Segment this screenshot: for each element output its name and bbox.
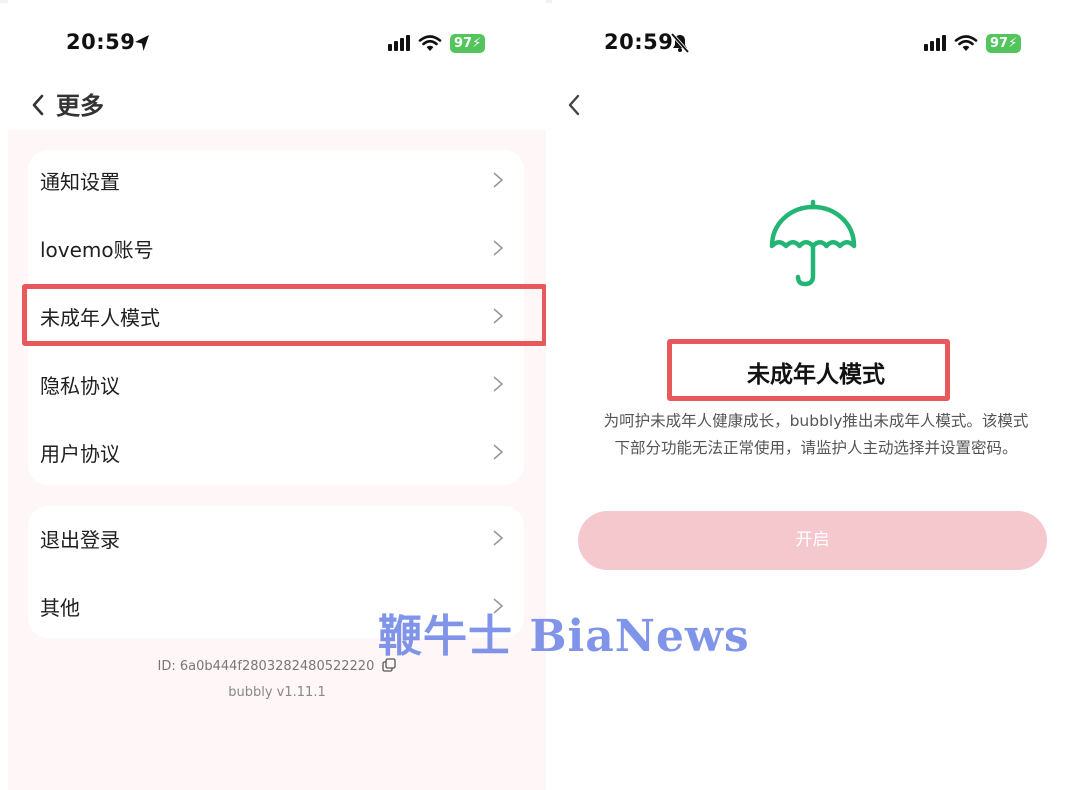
app-version: bubbly v1.11.1 — [228, 685, 326, 700]
chevron-right-icon — [493, 240, 504, 256]
nav-bar — [552, 84, 1080, 130]
menu-item-user-agreement[interactable]: 用户协议 — [28, 422, 524, 484]
menu-item-label: 隐私协议 — [40, 374, 120, 398]
menu-item-lovemo-account[interactable]: lovemo账号 — [28, 218, 524, 280]
umbrella-icon — [769, 199, 857, 287]
annotation-highlight-box — [22, 284, 546, 346]
menu-item-label: 用户协议 — [40, 442, 120, 466]
annotation-highlight-box — [667, 339, 950, 401]
wifi-icon — [954, 35, 978, 51]
battery-level: 97 — [990, 35, 1009, 51]
location-arrow-icon — [135, 35, 149, 51]
battery-level: 97 — [454, 35, 473, 51]
description-line: 为呵护未成年人健康成长，bubbly推出未成年人模式。该模式 — [603, 412, 1029, 430]
battery-icon: 97⚡ — [450, 33, 486, 53]
menu-item-label: lovemo账号 — [40, 238, 154, 262]
chevron-right-icon — [493, 444, 504, 460]
description-line: 下部分功能无法正常使用，请监护人主动选择并设置密码。 — [614, 439, 1018, 457]
page-title: 更多 — [56, 92, 104, 120]
back-chevron-icon[interactable] — [28, 91, 48, 119]
watermark-logo: 鞭牛士 BiaNews — [378, 611, 750, 662]
feature-description: 为呵护未成年人健康成长，bubbly推出未成年人模式。该模式 下部分功能无法正常… — [572, 408, 1060, 462]
menu-item-label: 退出登录 — [40, 528, 120, 552]
back-chevron-icon[interactable] — [564, 91, 584, 119]
status-time: 20:59 — [66, 30, 136, 54]
menu-item-notification-settings[interactable]: 通知设置 — [28, 150, 524, 212]
status-indicators: 97⚡ — [388, 32, 486, 54]
battery-icon: 97⚡ — [986, 33, 1022, 53]
user-id-text: ID: 6a0b444f2803282480522220 — [157, 659, 375, 674]
more-settings-screen: 20:59 97⚡ 更多 通知设置 lovemo账号 未成年人模式 隐私协议 用… — [8, 0, 546, 790]
wifi-icon — [418, 35, 442, 51]
minor-mode-screen: 20:59 97⚡ 未成年人模式 为呵护未成年人健康成长，bubbly推出未成年… — [552, 0, 1080, 790]
status-bar: 20:59 97⚡ — [8, 0, 546, 84]
chevron-right-icon — [493, 376, 504, 392]
menu-item-logout[interactable]: 退出登录 — [28, 508, 524, 570]
status-bar: 20:59 97⚡ — [552, 0, 1080, 84]
status-indicators: 97⚡ — [924, 32, 1022, 54]
signal-icon — [388, 35, 410, 51]
menu-item-privacy-policy[interactable]: 隐私协议 — [28, 354, 524, 416]
signal-icon — [924, 35, 946, 51]
nav-bar: 更多 — [8, 84, 546, 130]
bell-muted-icon — [670, 32, 690, 54]
menu-item-label: 通知设置 — [40, 170, 120, 194]
enable-button[interactable]: 开启 — [578, 511, 1047, 570]
status-time: 20:59 — [604, 30, 674, 54]
chevron-right-icon — [493, 530, 504, 546]
menu-item-label: 其他 — [40, 596, 80, 620]
chevron-right-icon — [493, 172, 504, 188]
